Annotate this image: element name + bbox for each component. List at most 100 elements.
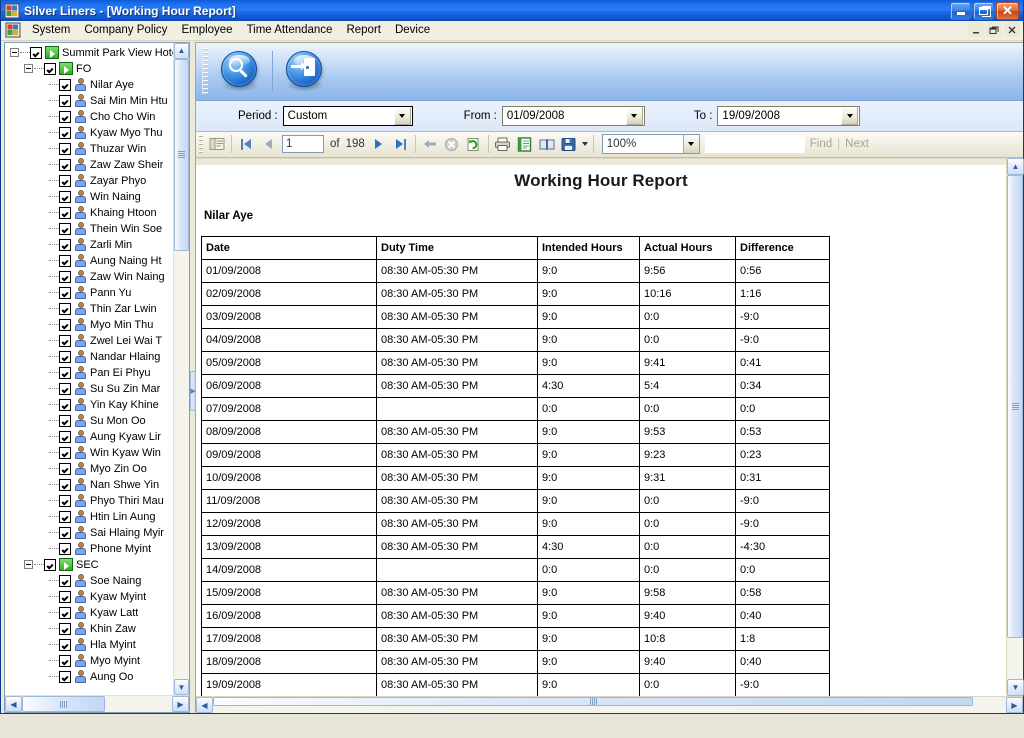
tree-node[interactable]: Win Kyaw Win <box>7 445 173 461</box>
tree-node[interactable]: Su Su Zin Mar <box>7 381 173 397</box>
tree-node[interactable]: Yin Kay Khine <box>7 397 173 413</box>
find-button[interactable]: Find <box>805 138 837 150</box>
tree-checkbox[interactable] <box>59 158 71 171</box>
tree-node[interactable]: Hla Myint <box>7 637 173 653</box>
tree-checkbox[interactable] <box>59 638 71 651</box>
tree-node[interactable]: Myo Zin Oo <box>7 461 173 477</box>
tree-node[interactable]: Nandar Hlaing <box>7 349 173 365</box>
tree-node[interactable]: Zaw Zaw Sheir <box>7 157 173 173</box>
tree-checkbox[interactable] <box>59 446 71 459</box>
find-input[interactable] <box>704 135 805 154</box>
tree-node[interactable]: Zaw Win Naing <box>7 269 173 285</box>
report-scroll-left-button[interactable]: ◀ <box>196 697 213 713</box>
tree-horizontal-scrollbar[interactable]: ◀ ▶ <box>5 695 189 712</box>
menu-item-employee[interactable]: Employee <box>174 22 239 38</box>
export-dropdown-icon[interactable] <box>580 133 590 155</box>
last-page-icon[interactable] <box>390 133 412 155</box>
tree-checkbox[interactable] <box>59 382 71 395</box>
tree-expander-icon[interactable] <box>10 48 19 58</box>
first-page-icon[interactable] <box>235 133 257 155</box>
tree-node[interactable]: Sai Hlaing Myir <box>7 525 173 541</box>
refresh-icon[interactable] <box>463 133 485 155</box>
report-scroll-up-button[interactable]: ▲ <box>1007 157 1024 175</box>
tree-checkbox[interactable] <box>59 238 71 251</box>
menu-item-report[interactable]: Report <box>339 22 388 38</box>
previous-page-icon[interactable] <box>257 133 279 155</box>
page-number-input[interactable]: 1 <box>282 135 324 154</box>
tree-node[interactable]: Zayar Phyo <box>7 173 173 189</box>
tree-checkbox[interactable] <box>59 270 71 283</box>
tree-scroll-right-button[interactable]: ▶ <box>172 696 189 712</box>
tree-node[interactable]: Kyaw Myint <box>7 589 173 605</box>
report-horizontal-scrollbar[interactable]: ◀ ▶ <box>196 696 1023 713</box>
tree-node[interactable]: Pan Ei Phyu <box>7 365 173 381</box>
tree-expander-icon[interactable] <box>24 560 33 570</box>
tree-checkbox[interactable] <box>59 254 71 267</box>
tree-checkbox[interactable] <box>59 366 71 379</box>
tree-checkbox[interactable] <box>59 510 71 523</box>
tree-checkbox[interactable] <box>59 78 71 91</box>
document-map-icon[interactable] <box>206 133 228 155</box>
tree-hscroll-track[interactable] <box>22 696 172 712</box>
tree-node[interactable]: Thuzar Win <box>7 141 173 157</box>
tree-node[interactable]: Htin Lin Aung <box>7 509 173 525</box>
tree-node[interactable]: SEC <box>7 557 173 573</box>
menu-item-time-attendance[interactable]: Time Attendance <box>240 22 340 38</box>
tree-node[interactable]: Myo Myint <box>7 653 173 669</box>
from-date-picker[interactable]: 01/09/2008 <box>501 105 645 126</box>
tree-scroll-down-button[interactable]: ▼ <box>174 679 189 695</box>
viewer-toolbar-gripper[interactable] <box>199 135 203 154</box>
period-select[interactable]: Custom <box>282 105 413 126</box>
tree-checkbox[interactable] <box>30 46 42 59</box>
tree-node[interactable]: Kyaw Myo Thu <box>7 125 173 141</box>
mdi-restore-button[interactable] <box>986 22 1002 38</box>
toolbar-gripper[interactable] <box>202 48 208 95</box>
tree-checkbox[interactable] <box>59 126 71 139</box>
tree-node[interactable]: Cho Cho Win <box>7 109 173 125</box>
tree-checkbox[interactable] <box>59 622 71 635</box>
tree-node[interactable]: Summit Park View Hote <box>7 45 173 61</box>
print-icon[interactable] <box>492 133 514 155</box>
tree-node[interactable]: Soe Naing <box>7 573 173 589</box>
tree-node[interactable]: Su Mon Oo <box>7 413 173 429</box>
tree-checkbox[interactable] <box>59 302 71 315</box>
tree-checkbox[interactable] <box>59 542 71 555</box>
tree-checkbox[interactable] <box>59 654 71 667</box>
report-vertical-scrollbar[interactable]: ▲ ▼ <box>1006 157 1024 696</box>
tree-node[interactable]: Thin Zar Lwin <box>7 301 173 317</box>
tree-checkbox[interactable] <box>59 398 71 411</box>
tree-node[interactable]: Aung Naing Ht <box>7 253 173 269</box>
tree-node[interactable]: Sai Min Min Htu <box>7 93 173 109</box>
tree-scroll-track[interactable] <box>174 58 189 679</box>
report-scroll-right-button[interactable]: ▶ <box>1006 697 1023 713</box>
tree-node[interactable]: Aung Kyaw Lir <box>7 429 173 445</box>
back-icon[interactable] <box>419 133 441 155</box>
tree-checkbox[interactable] <box>59 110 71 123</box>
tree-checkbox[interactable] <box>59 190 71 203</box>
export-save-icon[interactable] <box>558 133 580 155</box>
chevron-down-icon[interactable] <box>393 106 411 125</box>
next-page-icon[interactable] <box>368 133 390 155</box>
tree-node[interactable]: Win Naing <box>7 189 173 205</box>
menu-item-device[interactable]: Device <box>388 22 437 38</box>
tree-node[interactable]: Aung Oo <box>7 669 173 685</box>
page-setup-icon[interactable] <box>536 133 558 155</box>
minimize-button[interactable] <box>950 1 971 20</box>
tree-checkbox[interactable] <box>59 590 71 603</box>
tree-checkbox[interactable] <box>59 350 71 363</box>
report-scroll-thumb[interactable] <box>1007 174 1023 638</box>
tree-scroll-thumb[interactable] <box>174 58 189 251</box>
report-scroll-down-button[interactable]: ▼ <box>1007 679 1024 696</box>
zoom-select[interactable]: 100% <box>601 134 700 155</box>
stop-icon[interactable] <box>441 133 463 155</box>
tree-node[interactable]: Phyo Thiri Mau <box>7 493 173 509</box>
close-button[interactable]: ✕ <box>996 1 1019 20</box>
chevron-down-icon[interactable] <box>682 135 699 154</box>
mdi-minimize-button[interactable] <box>968 22 984 38</box>
tree-vertical-scrollbar[interactable]: ▲ ▼ <box>173 42 189 695</box>
tree-node[interactable]: Myo Min Thu <box>7 317 173 333</box>
tree-checkbox[interactable] <box>59 206 71 219</box>
to-date-picker[interactable]: 19/09/2008 <box>717 105 861 126</box>
tree-node[interactable]: Zwel Lei Wai T <box>7 333 173 349</box>
print-layout-icon[interactable] <box>514 133 536 155</box>
